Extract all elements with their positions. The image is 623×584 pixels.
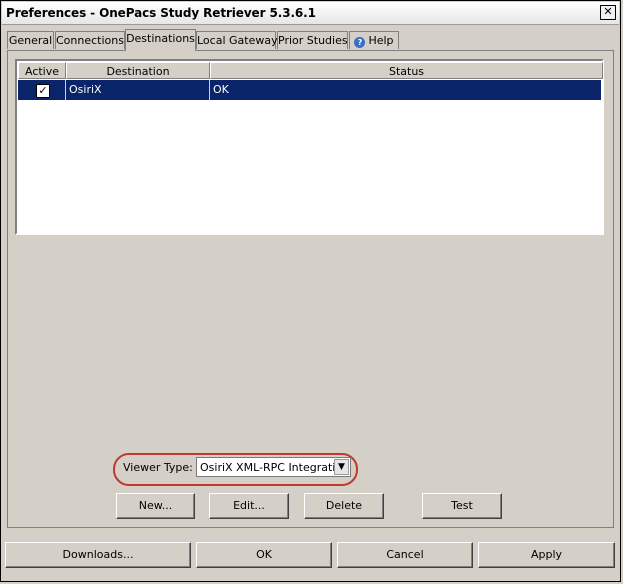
table-header: Active Destination Status (18, 62, 603, 79)
active-checkbox[interactable]: ✓ (36, 84, 50, 98)
table-row[interactable]: ✓ OsiriX OK (18, 80, 601, 100)
destination-cell: OsiriX (66, 80, 210, 100)
tab-help-label: Help (368, 34, 394, 47)
test-destination-button[interactable]: Test (422, 493, 502, 519)
help-icon: ? (354, 37, 366, 48)
edit-destination-button[interactable]: Edit... (209, 493, 289, 519)
tab-connections-label: Connections (56, 34, 124, 47)
tab-help[interactable]: ? Help (349, 31, 399, 49)
tab-general[interactable]: General (7, 31, 54, 49)
tab-prior-studies[interactable]: Prior Studies (277, 31, 348, 49)
close-button[interactable]: ✕ (600, 5, 616, 20)
tab-local-gateway-label: Local Gateway (197, 34, 278, 47)
viewer-type-select[interactable]: OsiriX XML-RPC Integration ▼ (196, 457, 351, 477)
column-header-destination[interactable]: Destination (66, 62, 210, 79)
ok-button[interactable]: OK (196, 542, 332, 568)
new-destination-button[interactable]: New... (116, 493, 195, 519)
chevron-down-icon[interactable]: ▼ (334, 459, 349, 475)
tab-connections[interactable]: Connections (55, 31, 125, 49)
downloads-button[interactable]: Downloads... (5, 542, 191, 568)
column-header-active[interactable]: Active (18, 62, 66, 79)
tab-prior-studies-label: Prior Studies (278, 34, 348, 47)
viewer-type-value: OsiriX XML-RPC Integration (200, 461, 350, 474)
apply-button[interactable]: Apply (478, 542, 615, 568)
status-cell: OK (213, 83, 229, 96)
tab-general-label: General (8, 34, 53, 47)
delete-destination-button[interactable]: Delete (304, 493, 384, 519)
tab-local-gateway[interactable]: Local Gateway (196, 31, 278, 49)
title-bar[interactable]: Preferences - OnePacs Study Retriever 5.… (2, 2, 619, 25)
active-cell: ✓ (18, 80, 66, 100)
column-header-status[interactable]: Status (210, 62, 603, 79)
viewer-type-label: Viewer Type: (123, 461, 193, 474)
destinations-table: Active Destination Status ✓ OsiriX OK (15, 59, 604, 235)
cancel-button[interactable]: Cancel (337, 542, 473, 568)
tab-destinations[interactable]: Destinations (125, 29, 196, 51)
tab-destinations-label: Destinations (126, 32, 195, 45)
window-title: Preferences - OnePacs Study Retriever 5.… (6, 6, 316, 20)
